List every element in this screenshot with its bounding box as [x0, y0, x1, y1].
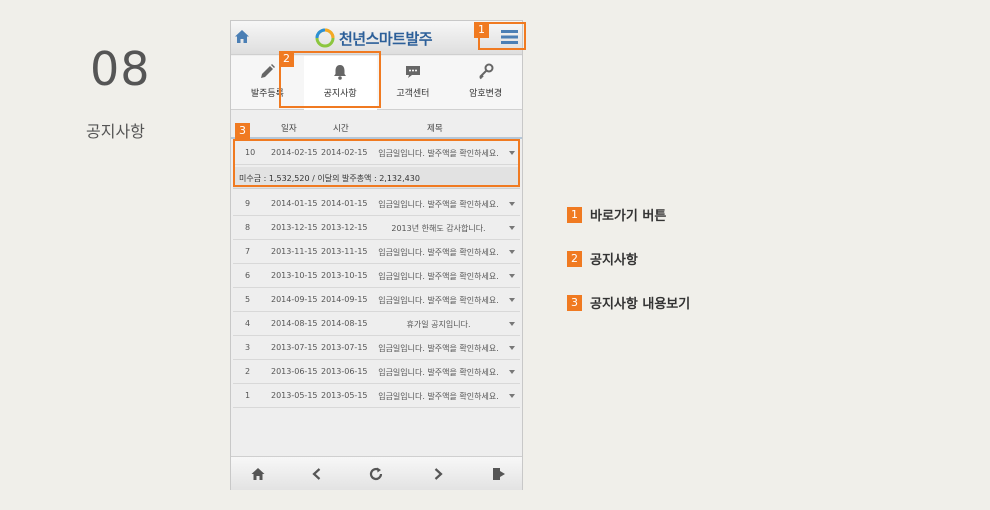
- row-date: 2013-10-15: [271, 271, 318, 280]
- table-row[interactable]: 9 2014-01-15 2014-01-15 입금일입니다. 발주액을 확인하…: [233, 192, 520, 216]
- row-subject: 휴가일 공지입니다.: [406, 320, 471, 329]
- row-date: 2014-09-15: [271, 295, 318, 304]
- callout-badge-2: 2: [279, 51, 294, 67]
- row-number: 9: [245, 199, 251, 208]
- tab-change-password[interactable]: 암호변경: [449, 56, 522, 110]
- expand-arrow-icon[interactable]: [509, 226, 515, 230]
- row-number: 2: [245, 367, 251, 376]
- row-date: 2013-11-15: [271, 247, 318, 256]
- row-number: 3: [245, 343, 251, 352]
- table-row[interactable]: 2 2013-06-15 2013-06-15 입금일입니다. 발주액을 확인하…: [233, 360, 520, 384]
- row-subject: 입금일입니다. 발주액을 확인하세요.: [378, 248, 499, 257]
- column-header-time: 시간: [333, 124, 349, 134]
- expand-arrow-icon[interactable]: [509, 394, 515, 398]
- legend-badge: 2: [567, 250, 582, 267]
- row-time: 2013-06-15: [321, 367, 368, 376]
- row-time: 2014-01-15: [321, 199, 368, 208]
- table-row[interactable]: 8 2013-12-15 2013-12-15 2013년 한해도 감사합니다.: [233, 216, 520, 240]
- row-number: 1: [245, 391, 251, 400]
- pencil-icon: [261, 64, 276, 78]
- row-subject: 입금일입니다. 발주액을 확인하세요.: [378, 200, 499, 209]
- row-date: 2013-06-15: [271, 367, 318, 376]
- expand-arrow-icon[interactable]: [509, 298, 515, 302]
- column-header-subject: 제목: [427, 124, 443, 134]
- app-brand: 천년스마트발주: [315, 26, 433, 50]
- tab-label: 암호변경: [469, 89, 503, 99]
- app-title: 천년스마트발주: [339, 29, 433, 48]
- row-time: 2013-11-15: [321, 247, 368, 256]
- legend-badge: 3: [567, 294, 582, 311]
- refresh-icon[interactable]: [368, 466, 384, 482]
- expand-arrow-icon[interactable]: [509, 322, 515, 326]
- tab-customer-center[interactable]: 고객센터: [377, 56, 450, 110]
- column-header-date: 일자: [281, 124, 297, 134]
- row-subject: 입금일입니다. 발주액을 확인하세요.: [378, 344, 499, 353]
- bottom-nav: [231, 456, 522, 490]
- home-icon[interactable]: [250, 466, 266, 482]
- row-time: 2013-10-15: [321, 271, 368, 280]
- row-number: 5: [245, 295, 251, 304]
- notice-content-highlight: [233, 139, 520, 187]
- row-number: 8: [245, 223, 251, 232]
- key-icon: [478, 63, 494, 80]
- row-subject: 입금일입니다. 발주액을 확인하세요.: [378, 296, 499, 305]
- expand-arrow-icon[interactable]: [509, 274, 515, 278]
- callout-badge-3: 3: [235, 123, 250, 139]
- notice-tab-highlight: [279, 51, 381, 108]
- table-row[interactable]: 3 2013-07-15 2013-07-15 입금일입니다. 발주액을 확인하…: [233, 336, 520, 360]
- step-number: 08: [90, 42, 151, 96]
- logout-icon[interactable]: [491, 466, 507, 482]
- legend-label: 바로가기 버튼: [590, 209, 667, 224]
- table-header: 일자 시간 제목: [231, 119, 522, 139]
- table-row[interactable]: 7 2013-11-15 2013-11-15 입금일입니다. 발주액을 확인하…: [233, 240, 520, 264]
- forward-icon[interactable]: [430, 466, 446, 482]
- legend-label: 공지사항: [590, 253, 638, 268]
- legend-label: 공지사항 내용보기: [590, 297, 691, 312]
- expand-arrow-icon[interactable]: [509, 250, 515, 254]
- tab-label: 고객센터: [396, 89, 430, 99]
- row-date: 2013-12-15: [271, 223, 318, 232]
- row-time: 2014-09-15: [321, 295, 368, 304]
- callout-badge-1: 1: [474, 22, 489, 38]
- row-subject: 입금일입니다. 발주액을 확인하세요.: [378, 392, 499, 401]
- logo-icon: [315, 28, 335, 48]
- table-row[interactable]: 5 2014-09-15 2014-09-15 입금일입니다. 발주액을 확인하…: [233, 288, 520, 312]
- row-subject: 입금일입니다. 발주액을 확인하세요.: [378, 368, 499, 377]
- legend-item-3: 3 공지사항 내용보기: [567, 292, 690, 312]
- chat-icon: [405, 66, 420, 78]
- expand-arrow-icon[interactable]: [509, 370, 515, 374]
- expand-arrow-icon[interactable]: [509, 346, 515, 350]
- row-subject: 입금일입니다. 발주액을 확인하세요.: [378, 272, 499, 281]
- row-time: 2013-12-15: [321, 223, 368, 232]
- row-time: 2013-05-15: [321, 391, 368, 400]
- row-date: 2013-05-15: [271, 391, 318, 400]
- row-number: 6: [245, 271, 251, 280]
- legend-badge: 1: [567, 206, 582, 223]
- legend-item-1: 1 바로가기 버튼: [567, 204, 666, 224]
- row-time: 2014-08-15: [321, 319, 368, 328]
- row-number: 7: [245, 247, 251, 256]
- table-row[interactable]: 1 2013-05-15 2013-05-15 입금일입니다. 발주액을 확인하…: [233, 384, 520, 408]
- back-icon[interactable]: [309, 466, 325, 482]
- table-row[interactable]: 6 2013-10-15 2013-10-15 입금일입니다. 발주액을 확인하…: [233, 264, 520, 288]
- row-date: 2013-07-15: [271, 343, 318, 352]
- row-time: 2013-07-15: [321, 343, 368, 352]
- row-subject: 2013년 한해도 감사합니다.: [391, 224, 486, 233]
- expand-arrow-icon[interactable]: [509, 202, 515, 206]
- row-date: 2014-01-15: [271, 199, 318, 208]
- row-number: 4: [245, 319, 251, 328]
- home-icon[interactable]: [233, 28, 251, 46]
- row-date: 2014-08-15: [271, 319, 318, 328]
- table-row[interactable]: 4 2014-08-15 2014-08-15 휴가일 공지입니다.: [233, 312, 520, 336]
- legend-item-2: 2 공지사항: [567, 248, 638, 268]
- step-title: 공지사항: [86, 122, 145, 141]
